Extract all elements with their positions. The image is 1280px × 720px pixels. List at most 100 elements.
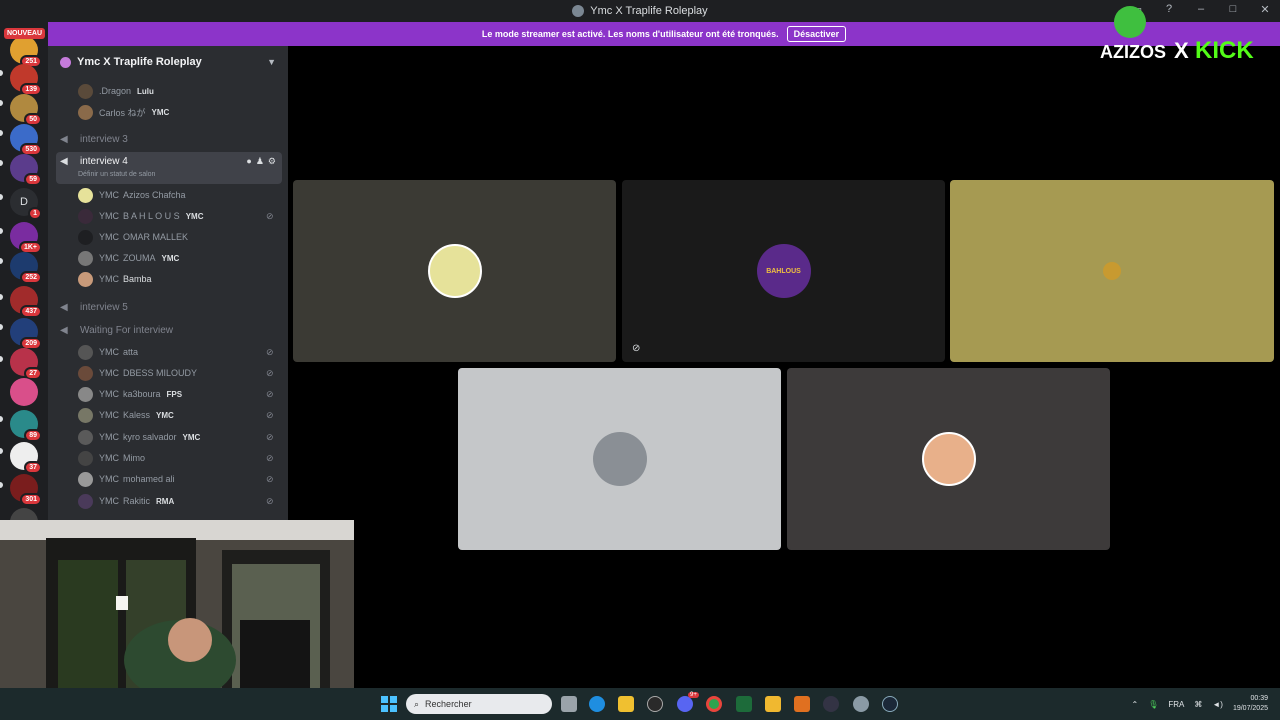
- avatar: [1103, 262, 1121, 280]
- microphone-icon[interactable]: 🎙: [1148, 700, 1158, 709]
- voice-channel-interview-4[interactable]: ◀ interview 4 Définir un statut de salon…: [56, 152, 282, 184]
- title-bar: Ymc X Traplife Roleplay ▭ ? – □ ✕: [0, 0, 1280, 22]
- muted-icon: ⊘: [266, 389, 274, 399]
- server-icon[interactable]: 252: [10, 252, 42, 284]
- voice-stage: BAHLOUS ⊘: [288, 46, 1280, 688]
- voice-member[interactable]: YMC mohamed ali: [78, 469, 175, 489]
- voice-member[interactable]: YMC ZOUMA YMC: [78, 248, 179, 268]
- server-icon[interactable]: 37: [10, 442, 42, 474]
- webcam-scene: [0, 520, 354, 688]
- server-icon[interactable]: 1K+: [10, 222, 42, 254]
- store-icon[interactable]: [618, 696, 634, 712]
- participant-tile[interactable]: [458, 368, 781, 550]
- streamer-mode-notice: Le mode streamer est activé. Les noms d'…: [48, 22, 1280, 46]
- app-icon[interactable]: [823, 696, 839, 712]
- voice-member[interactable]: YMC Kaless YMC: [78, 405, 174, 425]
- task-view-icon[interactable]: [561, 696, 577, 712]
- search-box[interactable]: ⌕ Rechercher: [406, 694, 552, 714]
- server-icon[interactable]: 251: [10, 36, 42, 68]
- unread-pip: [0, 448, 3, 454]
- unread-pip: [0, 324, 3, 330]
- chrome-icon[interactable]: [706, 696, 722, 712]
- voice-member[interactable]: YMC OMAR MALLEK: [78, 227, 188, 247]
- participant-tile[interactable]: [787, 368, 1110, 550]
- chat-icon[interactable]: ●: [246, 156, 251, 167]
- voice-member[interactable]: YMC ka3boura FPS: [78, 384, 182, 404]
- voice-member[interactable]: YMC Bamba: [78, 269, 152, 289]
- voice-member[interactable]: YMC Rakitic RMA: [78, 491, 174, 511]
- voice-channel-interview-5[interactable]: ◀ interview 5: [56, 296, 282, 318]
- unread-pip: [0, 258, 3, 264]
- voice-member[interactable]: YMC Azizos Chafcha: [78, 185, 186, 205]
- edge-icon[interactable]: [589, 696, 605, 712]
- chevron-up-icon[interactable]: ⌃: [1132, 700, 1139, 709]
- settings-icon[interactable]: [853, 696, 869, 712]
- server-icon[interactable]: 301: [10, 474, 42, 506]
- volume-icon[interactable]: ◄): [1212, 700, 1223, 709]
- server-name: Ymc X Traplife Roleplay: [77, 56, 202, 68]
- notice-text: Le mode streamer est activé. Les noms d'…: [481, 29, 779, 39]
- app-icon: [572, 5, 585, 17]
- unread-pip: [0, 482, 3, 488]
- avatar: [592, 432, 647, 486]
- voice-member[interactable]: YMC B A H L O U S YMC: [78, 206, 203, 226]
- search-placeholder: Rechercher: [425, 699, 472, 709]
- invite-icon[interactable]: ♟: [256, 156, 264, 167]
- app-icon[interactable]: [736, 696, 752, 712]
- server-header[interactable]: Ymc X Traplife Roleplay ▼: [48, 46, 288, 78]
- disable-streamer-mode-button[interactable]: Désactiver: [786, 26, 847, 42]
- channel-status[interactable]: Définir un statut de salon: [78, 171, 155, 178]
- voice-member[interactable]: Carlos ねが YMC: [78, 102, 169, 122]
- voice-member[interactable]: YMC atta: [78, 342, 138, 362]
- muted-icon: ⊘: [266, 347, 274, 357]
- start-icon[interactable]: [381, 696, 397, 712]
- avatar: [78, 471, 93, 487]
- gear-icon[interactable]: ⚙: [268, 156, 276, 167]
- speaker-icon: ◀: [60, 301, 68, 313]
- discord-badge: 9+: [688, 692, 699, 698]
- voice-member[interactable]: YMC DBESS MILOUDY: [78, 363, 197, 383]
- participant-tile[interactable]: [950, 180, 1274, 362]
- avatar: [78, 83, 93, 99]
- obs-icon[interactable]: [647, 696, 663, 712]
- server-icon[interactable]: 27: [10, 348, 42, 380]
- server-icon[interactable]: [10, 378, 38, 406]
- voice-member[interactable]: .Dragon Lulu: [78, 81, 154, 101]
- avatar: [78, 386, 93, 402]
- search-icon: ⌕: [414, 698, 420, 709]
- clock[interactable]: 00:39 19/07/2025: [1233, 694, 1268, 714]
- avatar: [427, 244, 482, 298]
- unread-pip: [0, 160, 3, 166]
- server-icon[interactable]: 437: [10, 286, 42, 318]
- participant-tile[interactable]: [293, 180, 616, 362]
- unread-pip: [0, 416, 3, 422]
- speaker-icon: ◀: [60, 156, 68, 167]
- participant-tile[interactable]: BAHLOUS ⊘: [622, 180, 945, 362]
- server-icon[interactable]: 139: [10, 64, 42, 96]
- muted-icon: ⊘: [266, 368, 274, 378]
- chevron-down-icon[interactable]: ▼: [267, 57, 276, 67]
- unread-pip: [0, 70, 3, 76]
- server-icon[interactable]: 209: [10, 318, 42, 350]
- server-icon[interactable]: 50: [10, 94, 42, 126]
- discord-icon[interactable]: [677, 696, 693, 712]
- channel-sidebar: Ymc X Traplife Roleplay ▼ .Dragon Lulu C…: [48, 46, 288, 520]
- language-indicator[interactable]: FRA: [1168, 700, 1184, 709]
- steam-icon[interactable]: [882, 696, 898, 712]
- voice-member[interactable]: YMC kyro salvador YMC: [78, 427, 200, 447]
- speaker-icon: ◀: [60, 324, 68, 336]
- logo-text-right: KICK: [1195, 37, 1254, 64]
- muted-icon: ⊘: [266, 453, 274, 463]
- voice-channel-waiting[interactable]: ◀ Waiting For interview: [56, 319, 282, 341]
- server-icon[interactable]: 89: [10, 410, 42, 442]
- network-icon[interactable]: ⌘: [1194, 700, 1202, 709]
- voice-channel-interview-3[interactable]: ◀ interview 3: [56, 128, 282, 150]
- server-icon[interactable]: 59: [10, 154, 42, 186]
- muted-icon: ⊘: [266, 211, 274, 221]
- folder-icon[interactable]: [765, 696, 781, 712]
- unread-pip: [0, 228, 3, 234]
- server-icon[interactable]: 530: [10, 124, 42, 156]
- app-icon[interactable]: [794, 696, 810, 712]
- dm-icon[interactable]: D1: [10, 188, 42, 220]
- voice-member[interactable]: YMC Mimo: [78, 448, 145, 468]
